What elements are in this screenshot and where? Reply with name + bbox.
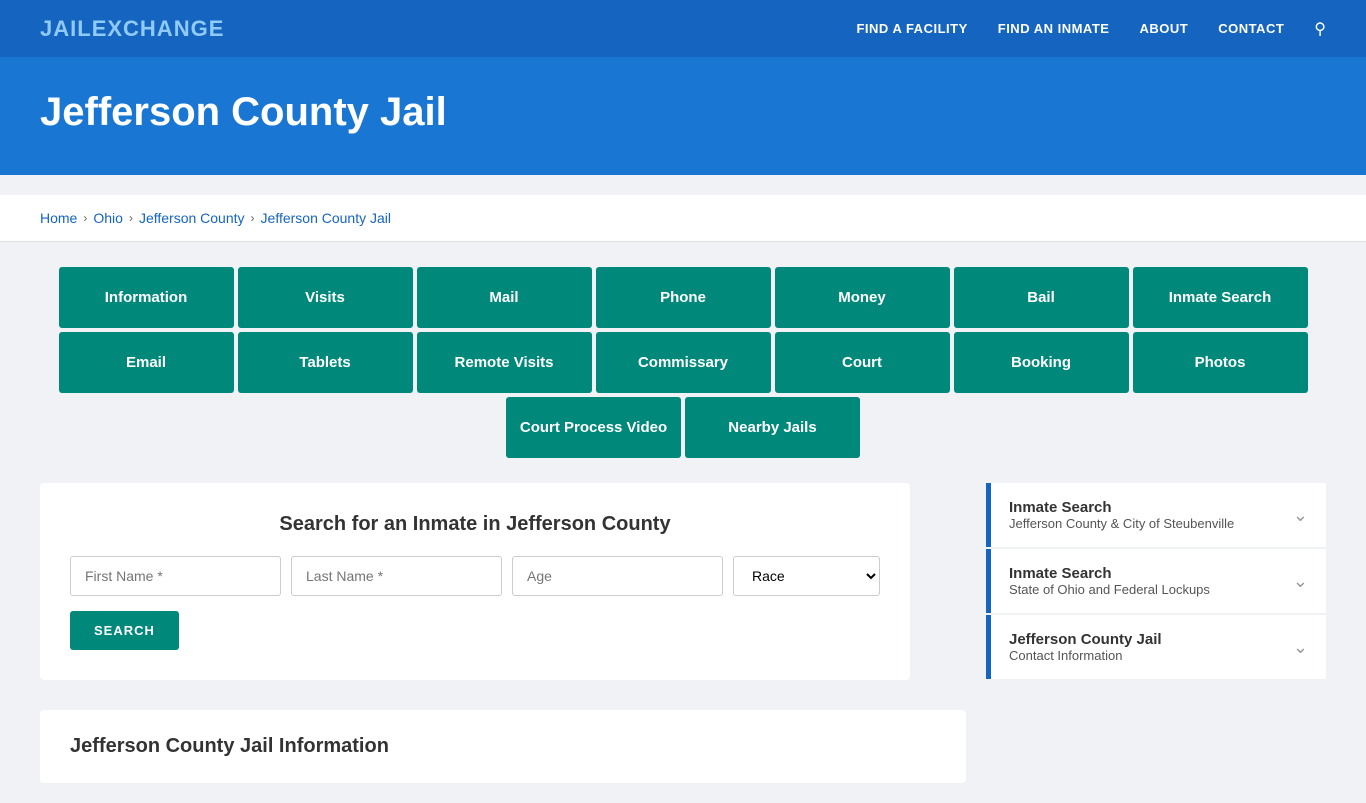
last-name-input[interactable] — [291, 556, 502, 596]
tile-email[interactable]: Email — [59, 332, 234, 393]
site-header: JAILEXCHANGE FIND A FACILITY FIND AN INM… — [0, 0, 1366, 60]
search-button[interactable]: SEARCH — [70, 611, 179, 650]
sidebar-text-2: Jefferson County Jail Contact Informatio… — [1009, 631, 1162, 663]
page-title: Jefferson County Jail — [40, 90, 1326, 135]
breadcrumb-sep-2: › — [129, 211, 133, 225]
bottom-section: Search for an Inmate in Jefferson County… — [40, 483, 1326, 783]
sidebar-item-0[interactable]: Inmate Search Jefferson County & City of… — [986, 483, 1326, 547]
chevron-icon-0: ⌄ — [1293, 505, 1308, 526]
sidebar-text-1: Inmate Search State of Ohio and Federal … — [1009, 565, 1210, 597]
nav-find-facility[interactable]: FIND A FACILITY — [856, 21, 967, 36]
first-name-input[interactable] — [70, 556, 281, 596]
breadcrumb-sep-3: › — [251, 211, 255, 225]
chevron-icon-1: ⌄ — [1293, 571, 1308, 592]
logo-jail: JAIL — [40, 16, 92, 41]
main-content: Home › Ohio › Jefferson County › Jeffers… — [0, 175, 1366, 803]
tile-court[interactable]: Court — [775, 332, 950, 393]
sidebar: Inmate Search Jefferson County & City of… — [986, 483, 1326, 783]
tile-phone[interactable]: Phone — [596, 267, 771, 328]
search-heading: Search for an Inmate in Jefferson County — [70, 513, 880, 536]
search-icon[interactable]: ⚲ — [1314, 19, 1326, 39]
info-preview: Jefferson County Jail Information — [40, 710, 966, 783]
sidebar-subtitle-1: State of Ohio and Federal Lockups — [1009, 582, 1210, 597]
tile-mail[interactable]: Mail — [417, 267, 592, 328]
tile-tablets[interactable]: Tablets — [238, 332, 413, 393]
breadcrumb-jefferson-county[interactable]: Jefferson County — [139, 210, 245, 226]
tile-nearby-jails[interactable]: Nearby Jails — [685, 397, 860, 458]
breadcrumb-home[interactable]: Home — [40, 210, 77, 226]
tile-inmate-search[interactable]: Inmate Search — [1133, 267, 1308, 328]
breadcrumb-jail[interactable]: Jefferson County Jail — [261, 210, 391, 226]
tile-booking[interactable]: Booking — [954, 332, 1129, 393]
nav-contact[interactable]: CONTACT — [1218, 21, 1284, 36]
sidebar-item-1[interactable]: Inmate Search State of Ohio and Federal … — [986, 549, 1326, 613]
age-input[interactable] — [512, 556, 723, 596]
breadcrumb: Home › Ohio › Jefferson County › Jeffers… — [0, 195, 1366, 242]
sidebar-item-2[interactable]: Jefferson County Jail Contact Informatio… — [986, 615, 1326, 679]
sidebar-text-0: Inmate Search Jefferson County & City of… — [1009, 499, 1234, 531]
hero-section: Jefferson County Jail — [0, 60, 1366, 175]
tile-visits[interactable]: Visits — [238, 267, 413, 328]
sidebar-title-2: Jefferson County Jail — [1009, 631, 1162, 648]
chevron-icon-2: ⌄ — [1293, 637, 1308, 658]
info-heading: Jefferson County Jail Information — [70, 735, 936, 758]
tile-information[interactable]: Information — [59, 267, 234, 328]
tiles-row-2: EmailTabletsRemote VisitsCommissaryCourt… — [40, 332, 1326, 393]
logo-exchange: EXCHANGE — [92, 16, 225, 41]
tiles-row-1: InformationVisitsMailPhoneMoneyBailInmat… — [40, 267, 1326, 328]
tiles-row-3: Court Process VideoNearby Jails — [40, 397, 1326, 458]
inmate-search-box: Search for an Inmate in Jefferson County… — [40, 483, 910, 680]
race-select[interactable]: Race White Black Hispanic Asian Other — [733, 556, 880, 596]
tile-money[interactable]: Money — [775, 267, 950, 328]
tile-court-process-video[interactable]: Court Process Video — [506, 397, 681, 458]
sidebar-subtitle-0: Jefferson County & City of Steubenville — [1009, 516, 1234, 531]
tile-bail[interactable]: Bail — [954, 267, 1129, 328]
tiles-section: InformationVisitsMailPhoneMoneyBailInmat… — [40, 267, 1326, 458]
sidebar-title-1: Inmate Search — [1009, 565, 1210, 582]
tile-photos[interactable]: Photos — [1133, 332, 1308, 393]
breadcrumb-sep-1: › — [83, 211, 87, 225]
sidebar-subtitle-2: Contact Information — [1009, 648, 1162, 663]
tile-commissary[interactable]: Commissary — [596, 332, 771, 393]
search-fields: Race White Black Hispanic Asian Other — [70, 556, 880, 596]
sidebar-title-0: Inmate Search — [1009, 499, 1234, 516]
tile-remote-visits[interactable]: Remote Visits — [417, 332, 592, 393]
nav-about[interactable]: ABOUT — [1139, 21, 1188, 36]
main-nav: FIND A FACILITY FIND AN INMATE ABOUT CON… — [856, 19, 1326, 39]
nav-find-inmate[interactable]: FIND AN INMATE — [998, 21, 1110, 36]
site-logo[interactable]: JAILEXCHANGE — [40, 16, 224, 42]
breadcrumb-ohio[interactable]: Ohio — [93, 210, 123, 226]
